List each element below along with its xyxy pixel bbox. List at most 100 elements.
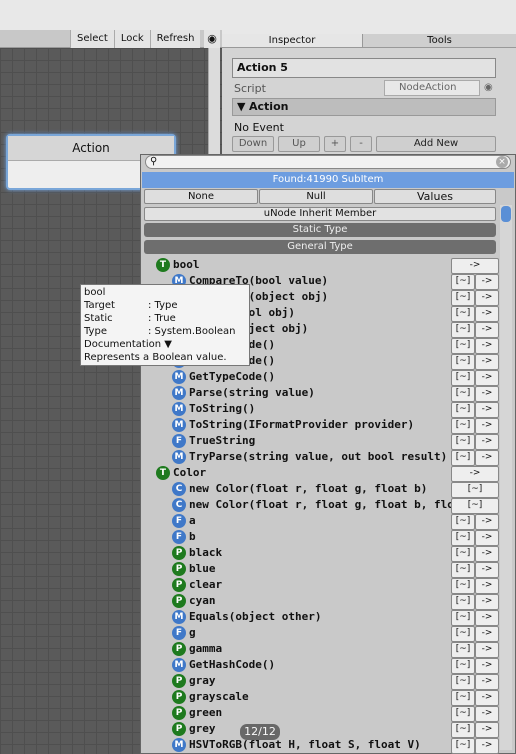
quick-select-button[interactable]: [~] — [451, 562, 475, 578]
quick-select-button[interactable]: [~] — [451, 386, 475, 402]
expand-arrow-button[interactable]: -> — [475, 578, 499, 594]
quick-select-button[interactable]: [~] — [451, 498, 499, 514]
tab-tools[interactable]: Tools — [363, 34, 516, 47]
quick-select-button[interactable]: [~] — [451, 642, 475, 658]
quick-select-button[interactable]: [~] — [451, 530, 475, 546]
member-row[interactable]: Cnew Color(float r, float g, float b) [~] — [142, 481, 499, 498]
quick-select-button[interactable]: [~] — [451, 418, 475, 434]
plus-button[interactable]: + — [324, 136, 346, 152]
expand-arrow-button[interactable]: -> — [475, 418, 499, 434]
member-row[interactable]: Fa [~] -> — [142, 513, 499, 530]
expand-arrow-button[interactable]: -> — [475, 434, 499, 450]
quick-select-button[interactable]: [~] — [451, 322, 475, 338]
member-row[interactable]: Pblue [~] -> — [142, 561, 499, 578]
type-row[interactable]: Tbool -> — [142, 257, 499, 274]
member-row[interactable]: M TryParse(string value, out bool result)… — [142, 449, 499, 466]
quick-select-button[interactable]: [~] — [451, 578, 475, 594]
member-row[interactable]: Fg [~] -> — [142, 625, 499, 642]
quick-select-button[interactable]: [~] — [451, 706, 475, 722]
expand-arrow-button[interactable]: -> — [475, 402, 499, 418]
node-name-field[interactable]: Action 5 — [232, 58, 496, 78]
expand-arrow-button[interactable]: -> — [475, 626, 499, 642]
quick-select-button[interactable]: [~] — [451, 290, 475, 306]
add-new-button[interactable]: Add New — [376, 136, 496, 152]
member-row[interactable]: Fb [~] -> — [142, 529, 499, 546]
down-button[interactable]: Down — [232, 136, 274, 152]
up-button[interactable]: Up — [278, 136, 320, 152]
expand-arrow-button[interactable]: -> — [475, 338, 499, 354]
expand-arrow-button[interactable]: -> — [451, 466, 499, 482]
member-row[interactable]: Pgrayscale [~] -> — [142, 689, 499, 706]
expand-arrow-button[interactable]: -> — [451, 258, 499, 274]
general-type-header[interactable]: General Type — [144, 240, 496, 254]
popup-scrollbar[interactable] — [500, 205, 512, 750]
member-row[interactable]: F TrueString [~] -> — [142, 433, 499, 450]
expand-arrow-button[interactable]: -> — [475, 354, 499, 370]
filter-none-button[interactable]: None — [144, 189, 258, 204]
quick-select-button[interactable]: [~] — [451, 402, 475, 418]
quick-select-button[interactable]: [~] — [451, 626, 475, 642]
quick-select-button[interactable]: [~] — [451, 514, 475, 530]
quick-select-button[interactable]: [~] — [451, 274, 475, 290]
expand-arrow-button[interactable]: -> — [475, 690, 499, 706]
quick-select-button[interactable]: [~] — [451, 658, 475, 674]
quick-select-button[interactable]: [~] — [451, 722, 475, 738]
action-foldout[interactable]: ▼ Action — [232, 98, 496, 116]
expand-arrow-button[interactable]: -> — [475, 706, 499, 722]
member-row[interactable]: Pgamma [~] -> — [142, 641, 499, 658]
target-icon[interactable]: ◉ — [484, 82, 496, 94]
expand-arrow-button[interactable]: -> — [475, 322, 499, 338]
minus-button[interactable]: - — [350, 136, 372, 152]
expand-arrow-button[interactable]: -> — [475, 610, 499, 626]
expand-arrow-button[interactable]: -> — [475, 738, 499, 754]
quick-select-button[interactable]: [~] — [451, 594, 475, 610]
quick-select-button[interactable]: [~] — [451, 546, 475, 562]
quick-select-button[interactable]: [~] — [451, 338, 475, 354]
search-input[interactable] — [164, 156, 484, 168]
member-row[interactable]: MGetHashCode() [~]-> — [142, 657, 499, 674]
expand-arrow-button[interactable]: -> — [475, 594, 499, 610]
member-row[interactable]: M ToString(IFormatProvider provider) [~] -> — [142, 417, 499, 434]
eye-icon[interactable]: ◉ — [204, 30, 220, 48]
quick-select-button[interactable]: [~] — [451, 370, 475, 386]
quick-select-button[interactable]: [~] — [451, 482, 499, 498]
quick-select-button[interactable]: [~] — [451, 434, 475, 450]
expand-arrow-button[interactable]: -> — [475, 450, 499, 466]
expand-arrow-button[interactable]: -> — [475, 370, 499, 386]
expand-arrow-button[interactable]: -> — [475, 658, 499, 674]
quick-select-button[interactable]: [~] — [451, 674, 475, 690]
expand-arrow-button[interactable]: -> — [475, 386, 499, 402]
quick-select-button[interactable]: [~] — [451, 450, 475, 466]
expand-arrow-button[interactable]: -> — [475, 562, 499, 578]
member-row[interactable]: Cnew Color(float r, float g, float b, fl… — [142, 497, 499, 514]
clear-search-icon[interactable]: × — [496, 156, 508, 168]
expand-arrow-button[interactable]: -> — [475, 514, 499, 530]
expand-arrow-button[interactable]: -> — [475, 290, 499, 306]
filter-values-button[interactable]: Values — [374, 189, 496, 204]
filter-null-button[interactable]: Null — [259, 189, 373, 204]
member-row[interactable]: Pgray [~] -> — [142, 673, 499, 690]
tab-inspector[interactable]: Inspector — [222, 34, 363, 47]
member-row[interactable]: Pgrey [~] -> — [142, 721, 499, 738]
script-field[interactable]: NodeAction — [384, 80, 480, 96]
quick-select-button[interactable]: [~] — [451, 738, 475, 754]
expand-arrow-button[interactable]: -> — [475, 674, 499, 690]
expand-arrow-button[interactable]: -> — [475, 642, 499, 658]
expand-arrow-button[interactable]: -> — [475, 274, 499, 290]
refresh-button[interactable]: Refresh — [149, 30, 201, 48]
expand-arrow-button[interactable]: -> — [475, 546, 499, 562]
expand-arrow-button[interactable]: -> — [475, 722, 499, 738]
popup-scrollbar-thumb[interactable] — [501, 206, 511, 222]
expand-arrow-button[interactable]: -> — [475, 530, 499, 546]
member-row[interactable]: Pgreen [~] -> — [142, 705, 499, 722]
member-row[interactable]: M HSVToRGB(float H, float S, float V) [~] -… — [142, 737, 499, 754]
static-type-header[interactable]: Static Type — [144, 223, 496, 237]
quick-select-button[interactable]: [~] — [451, 690, 475, 706]
member-row[interactable]: M ToString() [~] -> — [142, 401, 499, 418]
lock-button[interactable]: Lock — [113, 30, 150, 48]
member-row[interactable]: Pclear [~] -> — [142, 577, 499, 594]
member-row[interactable]: MGetTypeCode() [~]-> — [142, 369, 499, 386]
select-button[interactable]: Select — [70, 30, 114, 48]
quick-select-button[interactable]: [~] — [451, 306, 475, 322]
member-row[interactable]: Pcyan [~] -> — [142, 593, 499, 610]
